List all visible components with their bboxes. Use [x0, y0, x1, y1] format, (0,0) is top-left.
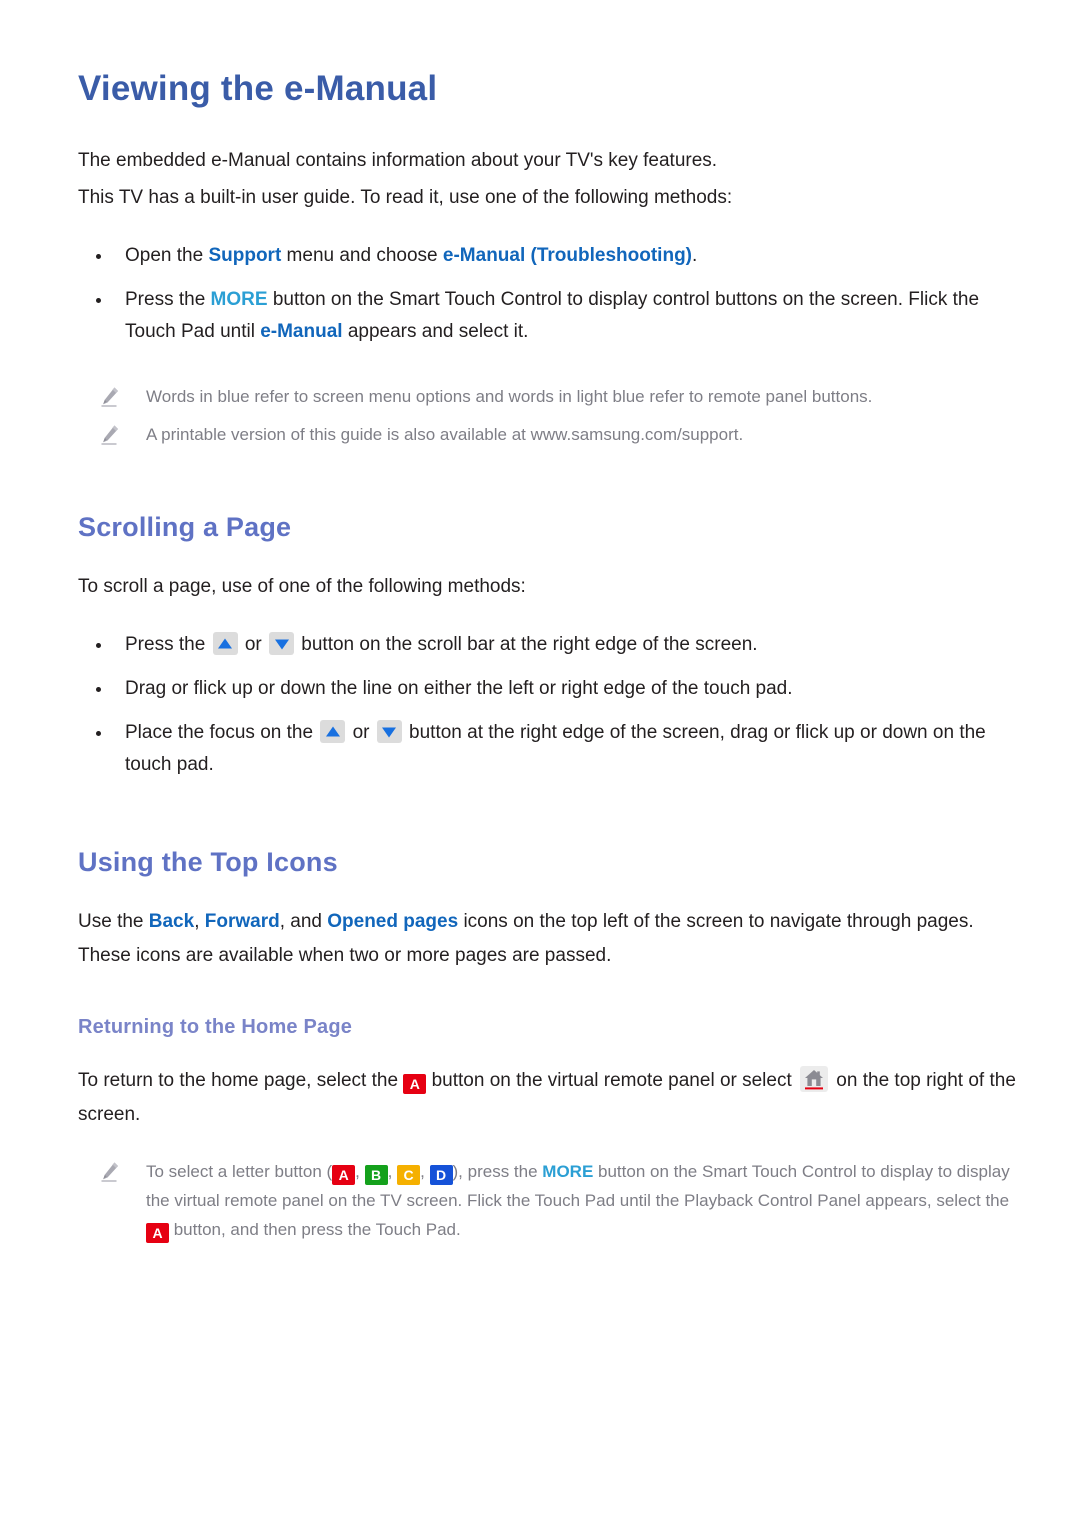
- text-run: menu and choose: [281, 245, 443, 266]
- text-run: ), press the: [452, 1162, 543, 1181]
- color-key-d[interactable]: D: [429, 1165, 453, 1185]
- text-run: or: [347, 722, 375, 743]
- text-run: button, and then press the Touch Pad.: [169, 1220, 461, 1239]
- text-run: To return to the home page, select the: [78, 1070, 404, 1091]
- menu-option-text: Forward: [204, 911, 280, 932]
- bullet-text: Press the MORE button on the Smart Touch…: [125, 289, 979, 342]
- list-item: Press the or button on the scroll bar at…: [78, 629, 1018, 661]
- note-text: Words in blue refer to screen menu optio…: [146, 387, 873, 406]
- subsection-heading-home-page: Returning to the Home Page: [78, 1016, 353, 1038]
- text-run: button on the scroll bar at the right ed…: [296, 634, 758, 655]
- scroll-up-arrow-icon[interactable]: [212, 632, 238, 655]
- list-item: Drag or flick up or down the line on eit…: [78, 673, 1018, 705]
- list-item: Press the MORE button on the Smart Touch…: [78, 284, 1018, 348]
- text-run: Use the: [78, 911, 149, 932]
- text-run: .: [692, 245, 698, 266]
- section-heading-top-icons: Using the Top Icons: [78, 847, 338, 877]
- text-run: , and: [279, 911, 328, 932]
- bullet-text: Open the Support menu and choose e-Manua…: [125, 245, 697, 266]
- text-run: ,: [387, 1162, 398, 1181]
- menu-option-text: Opened pages: [327, 911, 459, 932]
- text-run: appears and select it.: [342, 321, 529, 342]
- section-heading-scrolling: Scrolling a Page: [78, 512, 292, 542]
- text-run: Place the focus on the: [125, 722, 319, 743]
- page-title: Viewing the e-Manual: [78, 69, 438, 108]
- remote-button-text: MORE: [210, 289, 268, 310]
- intro-paragraph-1: The embedded e-Manual contains informati…: [78, 150, 718, 171]
- list-item: Open the Support menu and choose e-Manua…: [78, 240, 1018, 272]
- bullet-text: Drag or flick up or down the line on eit…: [125, 678, 793, 699]
- note-text: A printable version of this guide is als…: [146, 425, 744, 444]
- bullet-dot: [96, 298, 101, 303]
- scroll-up-arrow-icon[interactable]: [320, 720, 346, 743]
- bullet-text: Press the or button on the scroll bar at…: [125, 632, 758, 655]
- pencil-icon: [100, 424, 120, 446]
- menu-option-text: e-Manual: [260, 321, 343, 342]
- list-item: Place the focus on the or button at the …: [78, 717, 1018, 781]
- bullet-dot: [96, 643, 101, 648]
- menu-option-text: Back: [148, 911, 195, 932]
- scrolling-intro: To scroll a page, use of one of the foll…: [78, 576, 526, 597]
- pencil-icon: [100, 386, 120, 408]
- bullet-dot: [96, 687, 101, 692]
- text-run: ,: [420, 1162, 430, 1181]
- home-icon[interactable]: [800, 1066, 829, 1092]
- remote-button-text: MORE: [542, 1162, 594, 1181]
- text-run: Press the: [125, 289, 211, 310]
- bullet-dot: [96, 731, 101, 736]
- intro-paragraph-2: This TV has a built-in user guide. To re…: [78, 187, 733, 208]
- text-run: Open the: [125, 245, 209, 266]
- text-run: or: [239, 634, 267, 655]
- color-key-c[interactable]: C: [397, 1165, 421, 1185]
- note-row: A printable version of this guide is als…: [78, 420, 1018, 449]
- text-run: Drag or flick up or down the line on eit…: [125, 678, 793, 699]
- color-key-a[interactable]: A: [146, 1223, 169, 1243]
- note-text: To select a letter button (A, B, C, D), …: [146, 1162, 1010, 1243]
- text-run: ,: [194, 911, 205, 932]
- top-icons-paragraph: Use the Back, Forward, and Opened pages …: [78, 905, 1018, 973]
- text-run: button on the virtual remote panel or se…: [426, 1070, 798, 1091]
- bullet-dot: [96, 254, 101, 259]
- menu-option-text: Support: [208, 245, 282, 266]
- scroll-down-arrow-icon[interactable]: [376, 720, 402, 743]
- scroll-down-arrow-icon[interactable]: [269, 632, 294, 655]
- viewing-methods-list: Open the Support menu and choose e-Manua…: [78, 240, 1018, 348]
- home-page-paragraph: To return to the home page, select the A…: [78, 1064, 1018, 1132]
- document-page: Viewing the e-Manual The embedded e-Manu…: [0, 0, 1080, 1527]
- color-key-a[interactable]: A: [332, 1165, 356, 1185]
- note-row: To select a letter button (A, B, C, D), …: [78, 1157, 1018, 1244]
- text-run: To select a letter button (: [146, 1162, 333, 1181]
- note-row: Words in blue refer to screen menu optio…: [78, 382, 1018, 411]
- pencil-icon: [100, 1161, 120, 1183]
- text-run: ,: [355, 1162, 365, 1181]
- color-key-b[interactable]: B: [364, 1165, 388, 1185]
- text-run: Press the: [125, 634, 211, 655]
- bullet-text: Place the focus on the or button at the …: [125, 720, 986, 775]
- color-key-a[interactable]: A: [403, 1074, 427, 1094]
- scrolling-methods-list: Press the or button on the scroll bar at…: [78, 629, 1018, 781]
- menu-option-text: e-Manual (Troubleshooting): [442, 245, 693, 266]
